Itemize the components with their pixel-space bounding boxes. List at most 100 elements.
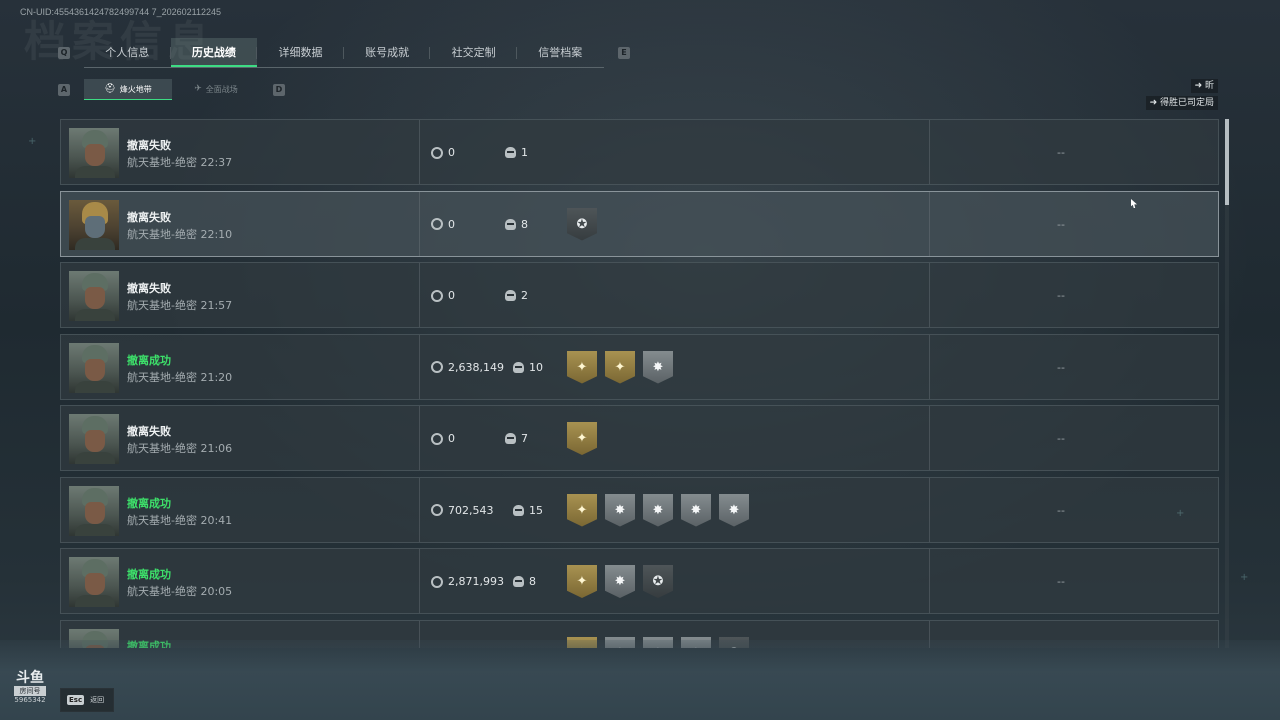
back-label: 返回	[90, 696, 105, 704]
column-divider	[929, 406, 930, 470]
medal-badge-icon[interactable]: ✸	[719, 493, 749, 527]
avatar-face	[85, 215, 105, 238]
tab-1[interactable]: 历史战绩	[170, 38, 258, 67]
match-row[interactable]: 撤离成功 航天基地-绝密 21:20 2,638,149 10 ✦ ✦ ✸ --	[60, 333, 1219, 400]
tab-5[interactable]: 信誉档案	[517, 38, 604, 67]
sort-secondary-button[interactable]: ➜ 得胜已司定局	[1145, 96, 1218, 110]
achievement-badges: ✦	[567, 422, 597, 455]
medal-badge-icon[interactable]: ✦	[567, 493, 597, 527]
subtab-label: 全面战场	[205, 85, 238, 94]
kill-count: 10	[513, 361, 543, 374]
operator-avatar	[69, 271, 119, 321]
loot-value: 0	[431, 218, 455, 231]
sort-secondary-label: 得胜已司定局	[1159, 98, 1214, 108]
back-button[interactable]: Esc 返回	[60, 688, 114, 712]
coin-icon	[431, 218, 443, 230]
tab-4[interactable]: 社交定制	[430, 38, 517, 67]
match-history-list: 撤离失败 航天基地-绝密 22:37 0 1 -- 撤离失败 航天基地-绝密 22:10 0 8…	[60, 119, 1220, 648]
loot-value-text: 2,871,993	[448, 575, 504, 588]
column-divider	[419, 477, 420, 542]
medal-badge-icon[interactable]: ✦	[567, 565, 597, 598]
column-divider	[929, 120, 930, 184]
sort-primary-button[interactable]: ➜ 昕	[1190, 79, 1218, 93]
column-divider	[929, 477, 930, 542]
tab-0[interactable]: 个人信息	[84, 38, 171, 67]
arrow-left-icon: ➜	[1149, 98, 1160, 108]
tab-2[interactable]: 详细数据	[257, 38, 344, 67]
operator-avatar	[69, 485, 119, 536]
extra-stat: --	[1057, 503, 1065, 517]
extraction-result: 撤离成功	[127, 496, 171, 510]
hud-crosshair-icon: +	[1176, 508, 1185, 519]
scrollbar-thumb[interactable]	[1225, 119, 1229, 205]
player-uid: CN-UID:4554361424782499744 7_20260211224…	[20, 7, 222, 17]
coin-icon	[431, 432, 443, 445]
tab-3[interactable]: 账号成就	[344, 38, 431, 67]
extraction-result: 撤离成功	[127, 568, 171, 581]
match-row[interactable]: 撤离失败 航天基地-绝密 21:06 0 7 ✦ --	[60, 405, 1219, 471]
tab-prev-key-hint: Q	[58, 47, 70, 59]
stream-watermark: 斗鱼 房间号 5965342	[10, 670, 50, 704]
medal-badge-icon[interactable]: ✸	[643, 350, 673, 384]
extraction-result: 撤离成功	[127, 353, 171, 367]
medal-badge-icon[interactable]: ✸	[643, 493, 673, 527]
plane-icon: ✈	[194, 84, 202, 94]
medal-badge-icon[interactable]: ✸	[681, 493, 711, 527]
medal-badge-icon[interactable]: ✦	[605, 350, 635, 384]
operator-avatar	[69, 199, 119, 250]
match-row[interactable]: 撤离失败 航天基地-绝密 21:57 0 2 --	[60, 262, 1219, 328]
map-and-time: 航天基地-绝密 22:10	[127, 227, 233, 241]
column-divider	[419, 120, 420, 184]
helmet-icon: ⛑	[104, 83, 116, 94]
medal-badge-icon[interactable]: ✸	[605, 493, 635, 527]
medal-badge-icon[interactable]: ✦	[567, 350, 597, 384]
kill-count-text: 1	[521, 146, 528, 159]
esc-key-icon: Esc	[67, 695, 85, 705]
coin-icon	[431, 575, 443, 588]
column-divider	[929, 334, 930, 399]
match-row[interactable]: 撤离成功 航天基地-绝密 20:05 2,871,993 8 ✦ ✸ ✪ --	[60, 548, 1219, 614]
skull-icon	[505, 147, 516, 158]
extraction-result: 撤离失败	[127, 210, 171, 224]
stream-room-number: 5965342	[14, 696, 46, 704]
match-row[interactable]: 撤离成功 航天基地-绝密 20:41 702,543 15 ✦ ✸ ✸ ✸ ✸ --	[60, 476, 1219, 543]
match-row[interactable]: 撤离失败 航天基地-绝密 22:37 0 1 --	[60, 119, 1219, 185]
hud-crosshair-icon: +	[28, 136, 37, 147]
loot-value-text: 0	[448, 217, 455, 231]
subtab-label: 烽火地带	[119, 84, 152, 94]
extra-stat: --	[1057, 289, 1065, 302]
match-row[interactable]: 撤离失败 航天基地-绝密 22:10 0 8 ✪ --	[60, 190, 1219, 257]
loot-value: 2,871,993	[431, 575, 504, 588]
kill-count: 7	[505, 432, 528, 445]
medal-badge-icon[interactable]: ✦	[567, 422, 597, 455]
medal-badge-icon[interactable]: ✪	[643, 565, 673, 598]
achievement-badges: ✦ ✸ ✪	[567, 565, 673, 598]
subtab-0[interactable]: ⛑ 烽火地带	[84, 79, 172, 100]
map-and-time: 航天基地-绝密 21:57	[127, 299, 233, 312]
column-divider	[929, 191, 930, 256]
kill-count-text: 7	[521, 432, 528, 445]
mode-subtabs: ⛑ 烽火地带 ✈ 全面战场	[84, 79, 260, 100]
coin-icon	[431, 289, 443, 302]
avatar-body	[75, 309, 115, 321]
avatar-body	[75, 237, 115, 250]
hud-crosshair-icon: +	[1240, 572, 1249, 583]
column-divider	[929, 263, 930, 327]
list-scrollbar[interactable]	[1225, 119, 1229, 648]
medal-badge-icon[interactable]: ✪	[567, 207, 597, 241]
column-divider	[929, 549, 930, 613]
extra-stat: --	[1057, 575, 1065, 588]
avatar-face	[85, 144, 105, 166]
column-divider	[419, 191, 420, 256]
extra-stat: --	[1057, 217, 1065, 231]
skull-icon	[513, 361, 524, 373]
subtab-prev-key-hint: A	[58, 84, 70, 96]
medal-badge-icon[interactable]: ✸	[605, 565, 635, 598]
achievement-badges: ✪	[567, 207, 597, 241]
operator-avatar	[69, 557, 119, 607]
subtab-1[interactable]: ✈ 全面战场	[172, 79, 260, 100]
loot-value-text: 2,638,149	[448, 360, 504, 374]
sort-primary-label: 昕	[1204, 81, 1214, 91]
bottom-fog-overlay	[0, 640, 1280, 720]
operator-avatar	[69, 414, 119, 464]
